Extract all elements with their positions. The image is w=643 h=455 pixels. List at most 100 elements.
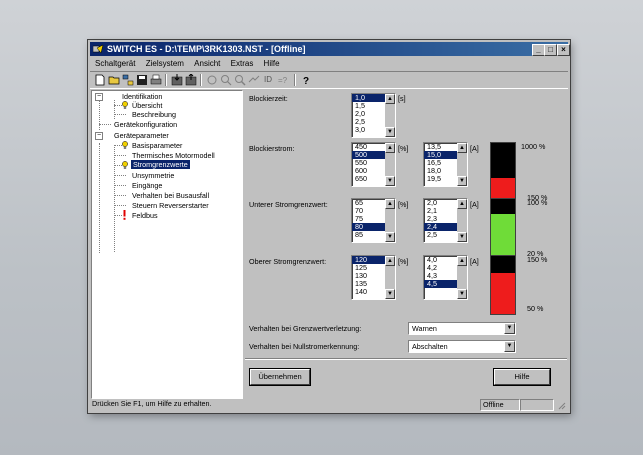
scroll-up-icon[interactable]: ▲ <box>457 199 467 209</box>
upload-device-icon[interactable] <box>185 74 197 86</box>
tree-line <box>114 215 122 216</box>
tree-item-geraetekonfiguration[interactable]: Gerätekonfiguration <box>114 120 177 129</box>
tree-collapse-toggle[interactable]: − <box>95 93 103 101</box>
tree-item-unsymmetrie[interactable]: Unsymmetrie <box>132 171 174 180</box>
resize-grip-icon[interactable] <box>556 400 566 410</box>
status-mode: Offline <box>480 399 520 411</box>
blockierzeit-label: Blockierzeit: <box>249 94 288 103</box>
connect-icon[interactable] <box>248 74 260 86</box>
tree-item-stromgrenzwerte[interactable]: Stromgrenzwerte <box>131 160 190 169</box>
scroll-up-icon[interactable]: ▲ <box>385 94 395 104</box>
tree-line <box>114 155 126 156</box>
app-window: SWITCH ES - D:\TEMP\3RK1303.NST - [Offli… <box>88 40 570 413</box>
tree-line <box>114 114 126 115</box>
lightbulb-icon <box>122 141 128 149</box>
lightbulb-icon <box>122 161 128 169</box>
device-tree-icon[interactable] <box>122 74 134 86</box>
oberer-percent-list[interactable]: 120 125 130 135 140 ▲ ▼ <box>351 255 396 300</box>
uebernehmen-button-label: Übernehmen <box>258 372 302 381</box>
save-icon[interactable] <box>136 74 148 86</box>
blockierstrom-percent-scrollbar[interactable]: ▲ ▼ <box>385 143 395 186</box>
blockierzeit-scrollbar[interactable]: ▲ ▼ <box>385 94 395 137</box>
lightbulb-icon <box>122 101 128 109</box>
oberer-bar-top: 150 % <box>527 255 548 264</box>
monitor-icon[interactable] <box>220 74 232 86</box>
oberer-stromgrenzwert-label: Oberer Stromgrenzwert: <box>249 257 327 266</box>
status-empty-field <box>520 399 554 411</box>
tree-item-thermisches-motormodell[interactable]: Thermisches Motormodell <box>132 151 215 160</box>
scroll-down-icon[interactable]: ▼ <box>385 176 395 186</box>
unterer-percent-scrollbar[interactable]: ▲ ▼ <box>385 199 395 242</box>
svg-text:=?: =? <box>278 76 288 85</box>
close-button[interactable]: × <box>557 44 570 56</box>
scroll-down-icon[interactable]: ▼ <box>385 289 395 299</box>
toolbar: ID =? ? <box>90 71 568 89</box>
diagnose-icon[interactable] <box>206 74 218 86</box>
nullstromerkennung-select[interactable]: Abschalten ▼ <box>408 340 516 353</box>
blockierzeit-list[interactable]: 1,0 1,5 2,0 2,5 3,0 ▲ ▼ <box>351 93 396 138</box>
tree-line <box>99 99 100 130</box>
hilfe-button-label: Hilfe <box>514 372 530 381</box>
uebernehmen-button[interactable]: Übernehmen <box>250 369 310 385</box>
scroll-up-icon[interactable]: ▲ <box>385 143 395 153</box>
unterer-percent-list[interactable]: 65 70 75 80 85 ▲ ▼ <box>351 198 396 243</box>
blockierstrom-amp-list[interactable]: 13,5 15,0 16,5 18,0 19,5 ▲ ▼ <box>423 142 468 187</box>
menu-ansicht[interactable]: Ansicht <box>194 59 220 68</box>
download-device-icon[interactable] <box>171 74 183 86</box>
tree-collapse-toggle[interactable]: − <box>95 132 103 140</box>
scroll-up-icon[interactable]: ▲ <box>457 143 467 153</box>
scroll-down-icon[interactable]: ▼ <box>385 127 395 137</box>
scroll-down-icon[interactable]: ▼ <box>457 232 467 242</box>
blockierstrom-amp-unit: [A] <box>470 144 479 153</box>
new-document-icon[interactable] <box>94 74 106 86</box>
maximize-button[interactable]: □ <box>544 44 557 56</box>
toolbar-separator <box>165 74 167 86</box>
tree-item-geraeteparameter[interactable]: Geräteparameter <box>114 131 169 140</box>
tree-item-beschreibung[interactable]: Beschreibung <box>132 110 176 119</box>
status-bar: Drücken Sie F1, um Hilfe zu erhalten. Of… <box>90 399 568 411</box>
tree-item-verhalten-busausfall[interactable]: Verhalten bei Busausfall <box>132 191 209 200</box>
grenzwertverletzung-select[interactable]: Warnen ▼ <box>408 322 516 335</box>
tree-item-identifikation[interactable]: Identifikation <box>122 92 162 101</box>
dropdown-arrow-icon[interactable]: ▼ <box>504 323 515 334</box>
status-message: Drücken Sie F1, um Hilfe zu erhalten. <box>92 399 212 408</box>
menu-zielsystem[interactable]: Zielsystem <box>146 59 184 68</box>
blockierstrom-label: Blockierstrom: <box>249 144 295 153</box>
unterer-amp-scrollbar[interactable]: ▲ ▼ <box>457 199 467 242</box>
scroll-down-icon[interactable]: ▼ <box>385 232 395 242</box>
oberer-percent-scrollbar[interactable]: ▲ ▼ <box>385 256 395 299</box>
menu-schaltgeraet[interactable]: Schaltgerät <box>95 59 135 68</box>
oberer-amp-list[interactable]: 4,0 4,2 4,3 4,5 ▲ ▼ <box>423 255 468 300</box>
tree-item-basisparameter[interactable]: Basisparameter <box>132 141 182 150</box>
tree-item-feldbus[interactable]: Feldbus <box>132 211 158 220</box>
tree-item-uebersicht[interactable]: Übersicht <box>132 101 162 110</box>
tree-line <box>114 175 126 176</box>
tree-item-steuern-reverserstarter[interactable]: Steuern Reverserstarter <box>132 201 209 210</box>
scroll-up-icon[interactable]: ▲ <box>385 256 395 266</box>
navigation-tree: − Identifikation Übersicht Beschreibung … <box>91 90 243 399</box>
scroll-up-icon[interactable]: ▲ <box>457 256 467 266</box>
tree-item-eingaenge[interactable]: Eingänge <box>132 181 162 190</box>
title-bar: SWITCH ES - D:\TEMP\3RK1303.NST - [Offli… <box>90 42 570 56</box>
unterer-amp-list[interactable]: 2,0 2,1 2,3 2,4 2,5 ▲ ▼ <box>423 198 468 243</box>
blockierstrom-amp-scrollbar[interactable]: ▲ ▼ <box>457 143 467 186</box>
blockierstrom-percent-list[interactable]: 450 500 550 600 650 ▲ ▼ <box>351 142 396 187</box>
oberer-amp-scrollbar[interactable]: ▲ ▼ <box>457 256 467 299</box>
zoom-icon[interactable] <box>234 74 246 86</box>
oberer-level-fill <box>491 273 515 314</box>
open-folder-icon[interactable] <box>108 74 120 86</box>
scroll-down-icon[interactable]: ▼ <box>457 176 467 186</box>
menu-hilfe[interactable]: Hilfe <box>264 59 280 68</box>
help-icon[interactable]: ? <box>300 74 312 86</box>
hilfe-button[interactable]: Hilfe <box>494 369 550 385</box>
toolbar-id-label[interactable]: ID <box>264 74 272 86</box>
panel-divider <box>245 358 567 360</box>
grenzwertverletzung-label: Verhalten bei Grenzwertverletzung: <box>249 324 362 333</box>
dropdown-arrow-icon[interactable]: ▼ <box>504 341 515 352</box>
switch-app-icon <box>93 44 104 54</box>
print-icon[interactable] <box>150 74 162 86</box>
equals-help-icon[interactable]: =? <box>278 74 290 86</box>
menu-extras[interactable]: Extras <box>231 59 254 68</box>
scroll-down-icon[interactable]: ▼ <box>457 289 467 299</box>
scroll-up-icon[interactable]: ▲ <box>385 199 395 209</box>
